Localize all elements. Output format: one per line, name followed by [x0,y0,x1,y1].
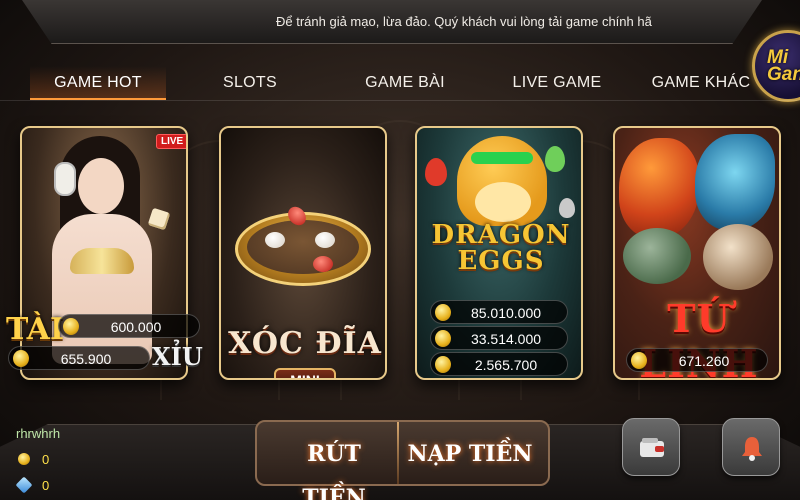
headphone-icon [54,162,76,196]
tab-divider [0,100,800,101]
dealer-body [52,214,152,364]
gold-balance: 0 [18,452,49,467]
tab-game-khac[interactable]: GAME KHÁC [636,66,766,100]
jackpot-value: 600.000 [110,319,162,335]
gem-icon [15,476,33,494]
sunglasses-icon [471,152,533,164]
tab-game-hot[interactable]: GAME HOT [30,66,166,100]
egg-icon [559,198,575,218]
jackpot-value: 85.010.000 [470,305,542,321]
tab-live-game[interactable]: LIVE GAME [492,66,622,100]
game-title-xoc-dia: XÓC ĐĨA [228,326,382,361]
jackpot-dragon-2: 33.514.000 [430,326,568,350]
gold-coin-icon [63,318,79,335]
game-card-xoc-dia[interactable]: XÓC ĐĨA MINI [219,126,387,380]
withdraw-button[interactable]: RÚT TIỀN [272,432,396,500]
dragon-image [695,134,775,230]
jackpot-value: 33.514.000 [470,331,542,347]
turtle-image [623,228,691,284]
egg-icon [425,158,447,186]
gold-coin-icon [435,356,451,373]
wallet-icon [640,438,664,457]
white-coin-icon [315,232,335,248]
mini-tag: MINI [274,368,336,378]
gold-coin-icon [435,330,451,347]
notice-text: Để tránh giả mạo, lừa đảo. Quý khách vui… [276,14,652,29]
tai-label: TÀI [6,312,64,347]
wallet-button[interactable] [622,418,680,476]
egg-icon [545,146,565,172]
jackpot-value: 671.260 [678,353,730,369]
dealer-outfit [70,248,134,274]
tiger-image [703,224,773,290]
notification-button[interactable] [722,418,780,476]
jackpot-tu-linh: 671.260 [626,348,768,372]
brand-logo-text: MiGan [767,47,800,85]
gem-value: 0 [42,478,50,493]
white-coin-icon [265,232,285,248]
dragon-belly [475,182,531,222]
category-tabs: GAME HOT SLOTS GAME BÀI LIVE GAME GAME K… [30,66,760,102]
gold-value: 0 [42,452,50,467]
jackpot-value: 655.900 [60,351,112,367]
red-coin-icon [313,256,333,272]
bell-icon [742,437,762,461]
game-lobby: Để tránh giả mạo, lừa đảo. Quý khách vui… [0,0,800,500]
gold-coin-icon [631,352,647,369]
jackpot-value: 2.565.700 [474,357,538,373]
dice-icon [147,207,171,231]
phoenix-image [619,138,699,238]
live-badge: LIVE [156,134,186,149]
game-card-tu-linh[interactable]: TỨ LINH [613,126,781,380]
dealer-face [78,158,124,214]
gold-coin-icon [435,304,451,321]
xiu-label: XỈU [152,342,203,371]
jackpot-dragon-1: 85.010.000 [430,300,568,324]
cashier-divider [397,422,399,484]
gold-coin-icon [18,453,30,465]
plate-center [247,220,359,274]
tab-game-bai[interactable]: GAME BÀI [340,66,470,100]
tab-slots[interactable]: SLOTS [200,66,300,100]
jackpot-dragon-3: 2.565.700 [430,352,568,376]
jackpot-xiu: 655.900 [8,346,150,370]
gem-balance: 0 [15,476,50,494]
gold-coin-icon [13,350,29,367]
username: rhrwhrh [16,426,61,441]
game-title-dragon-eggs: DRAGON EGGS [431,220,571,276]
deposit-button[interactable]: NẠP TIỀN [400,432,540,476]
jackpot-tai: 600.000 [58,314,200,338]
